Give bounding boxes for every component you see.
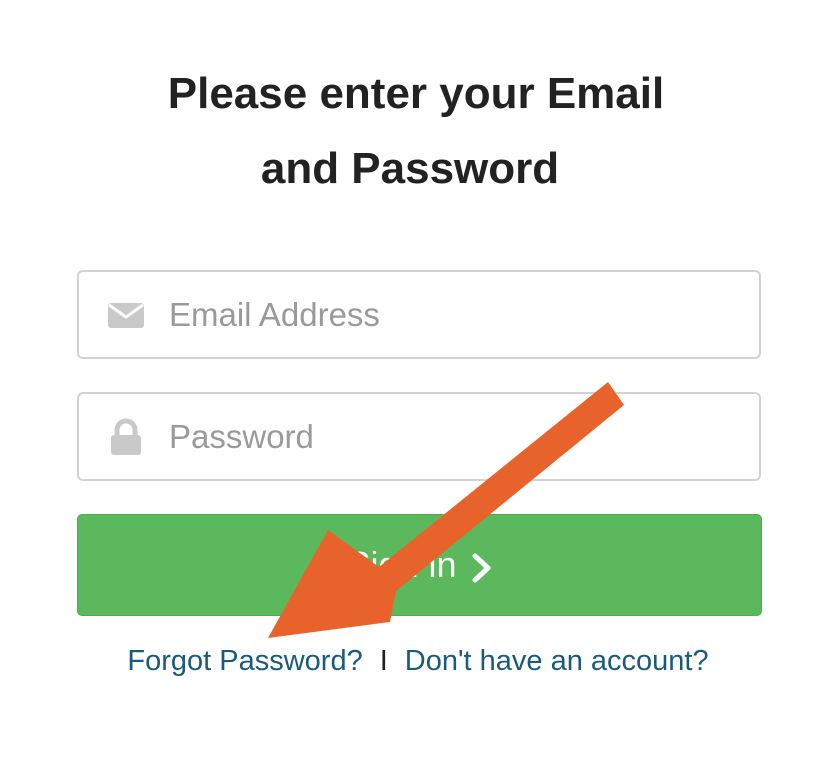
link-separator: I (379, 645, 388, 677)
forgot-password-link[interactable]: Forgot Password? (127, 645, 362, 677)
email-field[interactable] (77, 270, 761, 359)
email-input[interactable] (169, 272, 729, 357)
sign-in-button[interactable]: Sign in (77, 514, 762, 616)
auth-links: Forgot Password? I Don't have an account? (0, 645, 836, 678)
envelope-icon (107, 296, 145, 334)
page-title-line-2: and Password (260, 144, 560, 193)
lock-icon (107, 418, 145, 456)
sign-in-label: Sign in (346, 544, 457, 585)
page-title-line-1: Please enter your Email (167, 69, 665, 118)
create-account-link[interactable]: Don't have an account? (405, 645, 709, 677)
password-field[interactable] (77, 392, 761, 481)
password-input[interactable] (169, 394, 729, 479)
chevron-right-icon (471, 550, 493, 583)
